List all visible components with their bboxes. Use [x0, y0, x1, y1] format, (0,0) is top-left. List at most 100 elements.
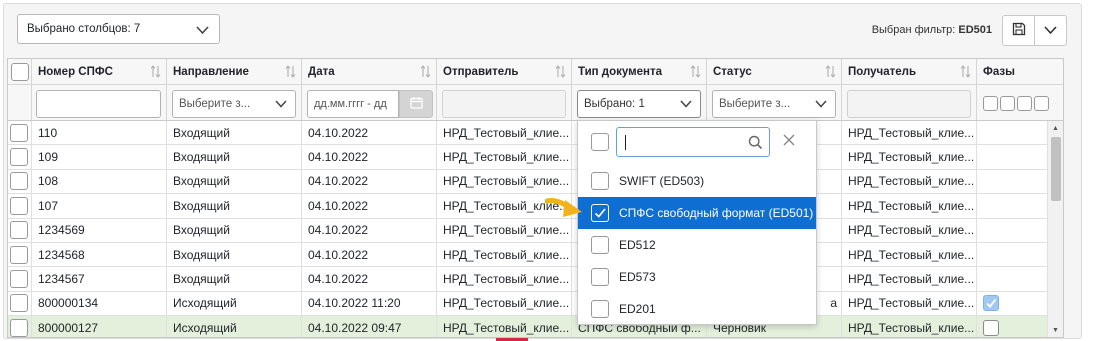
column-header[interactable]: Статус: [707, 59, 842, 84]
status-filter-select[interactable]: Выберите з...: [712, 90, 836, 118]
scroll-down-arrow-icon[interactable]: ▼: [1052, 327, 1059, 335]
phase-filter-checkbox[interactable]: [1034, 96, 1049, 111]
row-checkbox[interactable]: [10, 172, 28, 191]
dropdown-search-input[interactable]: [616, 127, 770, 157]
row-select-cell: [8, 145, 32, 169]
receiver-filter-input[interactable]: [847, 90, 971, 118]
dropdown-option[interactable]: SWIFT (ED503): [578, 165, 816, 197]
row-select-cell: [8, 316, 32, 337]
sort-icon[interactable]: [960, 65, 971, 81]
phase-checkbox[interactable]: [983, 319, 999, 336]
filter-value: ED501: [958, 24, 992, 36]
select-all-checkbox[interactable]: [10, 62, 29, 81]
calendar-button[interactable]: [399, 90, 433, 118]
table-row[interactable]: 1234569 Входящий 04.10.2022 НРД_Тестовый…: [8, 218, 1063, 243]
text-caret: [625, 135, 626, 150]
dropdown-option[interactable]: ED573: [578, 261, 816, 293]
direction-filter-placeholder: Выберите з...: [179, 98, 251, 110]
option-checkbox[interactable]: [591, 172, 609, 190]
sender-filter-input[interactable]: [442, 90, 566, 118]
cell-phases: [977, 145, 1049, 169]
column-header-label: Тип документа: [578, 65, 662, 78]
row-checkbox[interactable]: [10, 148, 28, 167]
sort-icon[interactable]: [555, 65, 566, 81]
number-filter-input[interactable]: [36, 90, 161, 118]
row-checkbox[interactable]: [10, 318, 28, 337]
search-icon: [748, 135, 763, 153]
floppy-disk-icon: [1012, 22, 1026, 39]
save-filter-button[interactable]: [1002, 15, 1035, 46]
more-options-button[interactable]: [1034, 15, 1067, 46]
cell-phases: [977, 121, 1049, 145]
cell-number: 110: [32, 121, 167, 145]
doctype-filter-select[interactable]: Выбрано: 1: [577, 90, 701, 118]
option-label: ED201: [619, 302, 656, 316]
cell-receiver: НРД_Тестовый_клие...: [842, 218, 977, 242]
phase-checkbox-checked[interactable]: [983, 295, 999, 312]
filter-indicator: Выбран фильтр: ED501: [872, 24, 992, 36]
cell-direction: Входящий: [167, 145, 302, 169]
column-header[interactable]: Дата: [302, 59, 437, 84]
row-checkbox[interactable]: [10, 294, 28, 313]
sort-icon[interactable]: [285, 65, 296, 81]
table-row[interactable]: 108 Входящий 04.10.2022 НРД_Тестовый_кли…: [8, 169, 1063, 195]
sort-icon[interactable]: [825, 65, 836, 81]
table-row[interactable]: 109 Входящий 04.10.2022 НРД_Тестовый_кли…: [8, 145, 1063, 170]
direction-filter-select[interactable]: Выберите з...: [172, 90, 296, 118]
sort-icon[interactable]: [420, 65, 431, 81]
column-header-label: Номер СПФС: [38, 65, 113, 78]
select-all-cell: [8, 59, 32, 84]
cell-date: 04.10.2022: [302, 121, 437, 145]
calendar-icon: [409, 96, 423, 112]
table-row[interactable]: 1234567 Входящий 04.10.2022 НРД_Тестовый…: [8, 267, 1063, 292]
table-row[interactable]: 1234568 Входящий 04.10.2022 НРД_Тестовый…: [8, 242, 1063, 268]
scroll-up-arrow-icon[interactable]: ▲: [1052, 125, 1059, 133]
option-checkbox[interactable]: [591, 236, 609, 254]
filter-cell: Выберите з...: [167, 85, 302, 120]
phase-filter-checkboxes: [983, 96, 1049, 111]
cell-receiver: НРД_Тестовый_клие...: [842, 316, 977, 337]
column-header[interactable]: Направление: [167, 59, 302, 84]
option-checkbox-checked[interactable]: [591, 204, 609, 222]
pointer-arrow-icon: [544, 193, 585, 224]
row-checkbox[interactable]: [10, 196, 28, 215]
table-row[interactable]: 110 Входящий 04.10.2022 НРД_Тестовый_кли…: [8, 121, 1063, 146]
column-header[interactable]: Отправитель: [437, 59, 572, 84]
sort-icon[interactable]: [150, 65, 161, 81]
cell-phases: [977, 291, 1049, 316]
option-checkbox[interactable]: [591, 268, 609, 286]
date-filter-input[interactable]: дд.мм.гггг - дд: [307, 90, 399, 118]
select-all-options-checkbox[interactable]: [591, 133, 609, 151]
cell-sender: НРД_Тестовый_клие...: [437, 169, 572, 194]
row-checkbox[interactable]: [10, 270, 28, 289]
table-row[interactable]: 107 Входящий 04.10.2022 НРД_Тестовый_кли…: [8, 194, 1063, 219]
dropdown-option[interactable]: ED201: [578, 293, 816, 324]
phase-filter-checkbox[interactable]: [1017, 96, 1032, 111]
phase-filter-checkbox[interactable]: [1000, 96, 1015, 111]
vertical-scrollbar[interactable]: ▲ ▼: [1047, 121, 1063, 337]
sort-icon[interactable]: [690, 65, 701, 81]
table-row[interactable]: 800000134 Исходящий 04.10.2022 11:20 НРД…: [8, 291, 1063, 317]
dropdown-option-selected[interactable]: СПФС свободный формат (ED501): [578, 197, 816, 229]
row-checkbox[interactable]: [10, 245, 28, 264]
filter-cell: дд.мм.гггг - дд: [302, 85, 437, 120]
cell-date: 04.10.2022: [302, 267, 437, 291]
table-row-highlighted[interactable]: 800000127 Исходящий 04.10.2022 09:47 НРД…: [8, 316, 1063, 337]
row-checkbox[interactable]: [10, 123, 28, 142]
columns-select[interactable]: Выбрано столбцов: 7: [17, 14, 220, 44]
cell-direction: Исходящий: [167, 291, 302, 316]
column-header[interactable]: Тип документа: [572, 59, 707, 84]
column-header[interactable]: Номер СПФС: [32, 59, 167, 84]
columns-select-label: Выбрано столбцов: 7: [27, 23, 141, 35]
option-label: ED573: [619, 270, 656, 284]
cell-date: 04.10.2022: [302, 169, 437, 194]
phase-filter-checkbox[interactable]: [983, 96, 998, 111]
close-icon[interactable]: [783, 134, 795, 149]
scroll-thumb[interactable]: [1051, 137, 1061, 201]
column-header[interactable]: Получатель: [842, 59, 977, 84]
dropdown-option[interactable]: ED512: [578, 229, 816, 261]
option-checkbox[interactable]: [591, 300, 609, 318]
cell-number: 1234569: [32, 218, 167, 242]
cell-direction: Входящий: [167, 169, 302, 194]
row-checkbox[interactable]: [10, 221, 28, 240]
